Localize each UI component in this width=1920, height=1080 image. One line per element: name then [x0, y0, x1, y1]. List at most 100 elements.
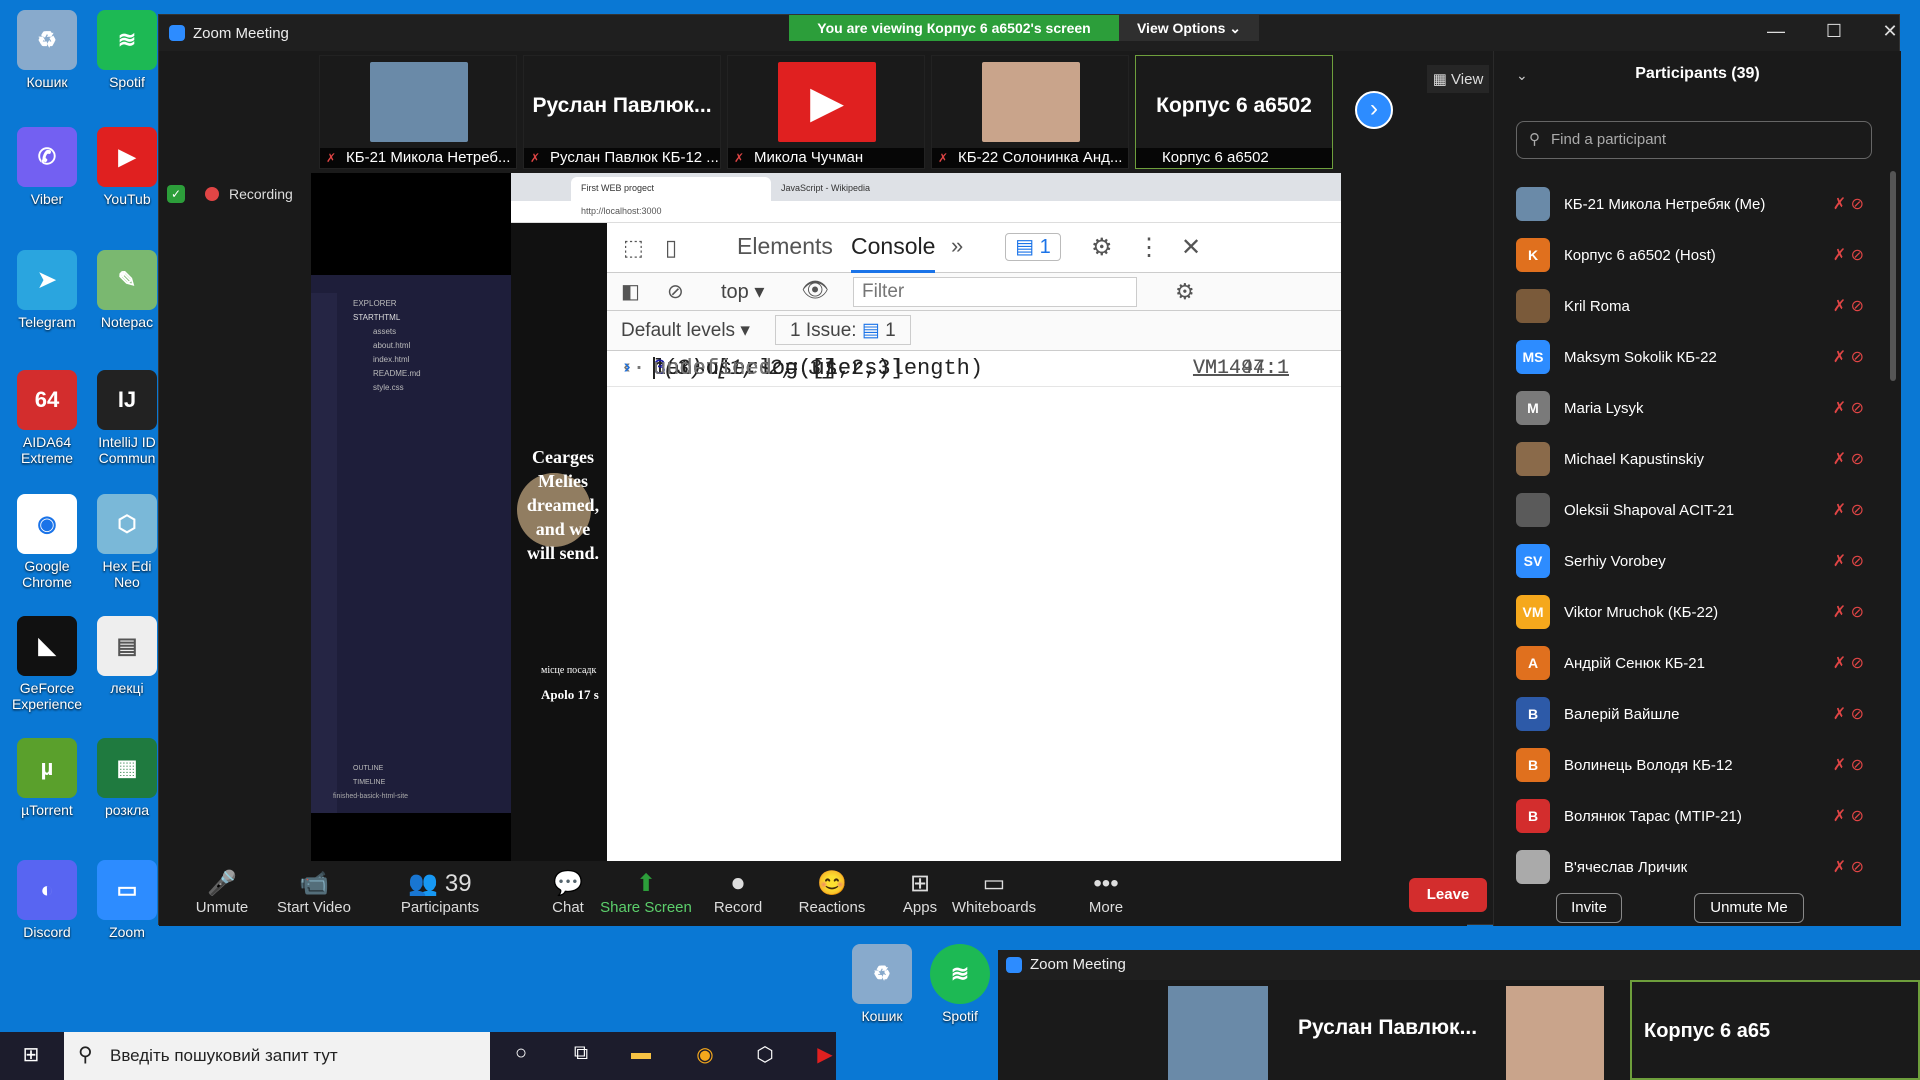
unmute-icon: 🎤 — [207, 870, 237, 897]
windows-start-icon[interactable]: ⊞ — [16, 1042, 46, 1070]
desktop-icon-utorrent[interactable]: µ µTorrent — [7, 738, 87, 818]
desktop-icon-file[interactable]: ▤ лекці — [96, 616, 158, 696]
desktop-icon-hex-editor[interactable]: ⬡ Hex Edi Neo — [96, 494, 158, 590]
context-select[interactable]: top ▾ — [721, 279, 764, 304]
participant-row[interactable]: K Корпус 6 а6502 (Host) ✗ ⊘ — [1516, 230, 1886, 280]
view-button[interactable]: ▦ View — [1427, 65, 1489, 93]
view-options-button[interactable]: View Options ⌄ — [1119, 15, 1259, 41]
reactions-button[interactable]: 😊 Reactions — [783, 869, 881, 916]
participant-row[interactable]: A Андрій Сенюк КБ-21 ✗ ⊘ — [1516, 638, 1886, 688]
youtube-icon[interactable]: ▶ — [810, 1042, 840, 1070]
kebab-menu-icon[interactable]: ⋮ — [1137, 233, 1161, 262]
video-thumbnail[interactable]: ▶ Микола Чучман ✗ — [727, 55, 925, 169]
console-settings-icon[interactable]: ⚙ — [1175, 279, 1195, 305]
record-button[interactable]: ⏺ Record — [689, 869, 787, 916]
file-item[interactable]: about.html — [373, 339, 421, 353]
find-participant-input[interactable]: ⚲ Find a participant — [1516, 121, 1872, 159]
video-thumbnail[interactable]: КБ-22 Солонинка Анд... ✗ — [931, 55, 1129, 169]
participant-row[interactable]: КБ-21 Микола Нетребяк (Me) ✗ ⊘ — [1516, 179, 1886, 229]
leave-button[interactable]: Leave — [1409, 878, 1487, 912]
share-screen-button[interactable]: ⬆ Share Screen — [597, 869, 695, 916]
participant-row[interactable]: B Валерій Вайшле ✗ ⊘ — [1516, 689, 1886, 739]
desktop-icon-recycle[interactable]: ♻ Кошик — [842, 944, 922, 1024]
participant-row[interactable]: M Maria Lysyk ✗ ⊘ — [1516, 383, 1886, 433]
participant-row[interactable]: Kril Roma ✗ ⊘ — [1516, 281, 1886, 331]
cortana-icon[interactable]: ○ — [506, 1042, 536, 1070]
close-icon[interactable]: ✕ — [1875, 21, 1905, 45]
file-item[interactable]: README.md — [373, 367, 421, 381]
unmute-me-button[interactable]: Unmute Me — [1694, 893, 1804, 923]
participant-row[interactable]: SV Serhiy Vorobey ✗ ⊘ — [1516, 536, 1886, 586]
task-view-icon[interactable]: ⧉ — [566, 1042, 596, 1070]
tab-elements[interactable]: Elements — [737, 233, 833, 260]
participant-row[interactable]: Michael Kapustinskiy ✗ ⊘ — [1516, 434, 1886, 484]
sidebar-toggle-icon[interactable]: ◧ — [621, 279, 640, 304]
more-tabs-icon[interactable]: » — [951, 233, 963, 259]
invite-button[interactable]: Invite — [1556, 893, 1622, 923]
desktop-icon-zoom[interactable]: ▭ Zoom — [96, 860, 158, 940]
desktop-icon-discord[interactable]: ◐ Discord — [7, 860, 87, 940]
desktop-icon-youtube[interactable]: ▶ YouTub — [96, 127, 158, 207]
vscode-outline[interactable]: OUTLINE — [353, 765, 383, 772]
desktop-icon-aida64[interactable]: 64 AIDA64 Extreme — [7, 370, 87, 466]
file-item[interactable]: index.html — [373, 353, 421, 367]
levels-select[interactable]: Default levels ▾ — [621, 319, 750, 342]
close-devtools-icon[interactable]: ✕ — [1181, 233, 1201, 262]
participant-name: КБ-21 Микола Нетребяк (Me) — [1564, 195, 1766, 213]
console-filter-input[interactable] — [853, 277, 1137, 307]
more-button[interactable]: ••• More — [1057, 869, 1155, 916]
taskbar-search[interactable]: ⚲ Введіть пошуковий запит тут — [64, 1032, 490, 1080]
next-page-button[interactable]: › — [1355, 91, 1393, 129]
device-icon[interactable]: ▯ — [665, 235, 677, 261]
issues-badge[interactable]: ▤ 1 — [1005, 233, 1061, 261]
zoom-window-2: Zoom Meeting Руслан Павлюк... Корпус 6 а… — [998, 950, 1920, 1080]
issue-button[interactable]: 1 Issue: ▤ 1 — [775, 315, 911, 345]
vscode-timeline[interactable]: TIMELINE — [353, 779, 385, 786]
file-item[interactable]: assets — [373, 325, 421, 339]
desktop-icon-viber[interactable]: ✆ Viber — [7, 127, 87, 207]
inspect-icon[interactable]: ⬚ — [623, 235, 644, 261]
desktop-icon-label: Кошик — [861, 1008, 903, 1024]
desktop-icon-chrome[interactable]: ◉ Google Chrome — [7, 494, 87, 590]
settings-icon[interactable]: ⚙ — [1091, 233, 1113, 262]
video-thumbnail[interactable]: Руслан Павлюк... Руслан Павлюк КБ-12 ... ✗ — [523, 55, 721, 169]
youtube-icon: ▶ — [97, 127, 157, 187]
minimize-icon[interactable]: — — [1761, 21, 1791, 45]
file-explorer-icon[interactable]: ▬ — [626, 1042, 656, 1070]
desktop-icon-recycle-bin[interactable]: ♻ Кошик — [7, 10, 87, 90]
browser-tab-2[interactable]: JavaScript - Wikipedia — [771, 177, 911, 201]
maximize-icon[interactable]: ☐ — [1819, 21, 1849, 45]
participant-row[interactable]: В'ячеслав Лричик ✗ ⊘ — [1516, 842, 1886, 892]
desktop-icon-notepad[interactable]: ✎ Notepac — [96, 250, 158, 330]
participant-row[interactable]: B Волинець Володя КБ-12 ✗ ⊘ — [1516, 740, 1886, 790]
browser-tab-1[interactable]: First WEB progect — [571, 177, 771, 201]
intellij-icon: IJ — [97, 370, 157, 430]
clear-console-icon[interactable]: ⊘ — [667, 279, 684, 304]
desktop-icon-label: Telegram — [18, 314, 76, 330]
desktop-icon-intellij[interactable]: IJ IntelliJ ID Commun — [96, 370, 158, 466]
participant-row[interactable]: MS Maksym Sokolik КБ-22 ✗ ⊘ — [1516, 332, 1886, 382]
console-prompt[interactable]: › — [607, 351, 1341, 387]
address-bar[interactable]: http://localhost:3000 — [511, 201, 1341, 223]
chrome-icon[interactable]: ◉ — [690, 1042, 720, 1070]
desktop-icon-spotify[interactable]: ≋ Spotif — [96, 10, 158, 90]
whiteboards-button[interactable]: ▭ Whiteboards — [945, 869, 1043, 916]
file-item[interactable]: style.css — [373, 381, 421, 395]
panel-scrollbar[interactable] — [1890, 171, 1896, 381]
participant-row[interactable]: B Волянюк Тарас (МТІР-21) ✗ ⊘ — [1516, 791, 1886, 841]
devtools-panel: ⬚ ▯ Elements Console » ▤ 1 ⚙ ⋮ ✕ ◧ ⊘ top… — [607, 223, 1341, 877]
video-thumbnail[interactable]: Корпус 6 а6502 Корпус 6 а6502 — [1135, 55, 1333, 169]
app-icon[interactable]: ⬡ — [750, 1042, 780, 1070]
desktop-icon-spotify[interactable]: ≋ Spotif — [920, 944, 1000, 1024]
desktop-icon-geforce[interactable]: ◣ GeForce Experience — [7, 616, 87, 712]
participant-row[interactable]: VM Viktor Mruchok (КБ-22) ✗ ⊘ — [1516, 587, 1886, 637]
start-video-button[interactable]: 📹 Start Video — [265, 869, 363, 916]
participant-row[interactable]: Oleksii Shapoval ACIT-21 ✗ ⊘ — [1516, 485, 1886, 535]
desktop-icon-telegram[interactable]: ➤ Telegram — [7, 250, 87, 330]
desktop-icon-excel[interactable]: ▦ розкла — [96, 738, 158, 818]
tab-console[interactable]: Console — [851, 233, 936, 273]
unmute-button[interactable]: 🎤 Unmute — [173, 869, 271, 916]
live-expression-icon[interactable]: 👁 — [801, 277, 829, 303]
participants-button[interactable]: 👥 39 Participants — [391, 869, 489, 916]
video-thumbnail[interactable]: КБ-21 Микола Нетреб... ✗ — [319, 55, 517, 169]
